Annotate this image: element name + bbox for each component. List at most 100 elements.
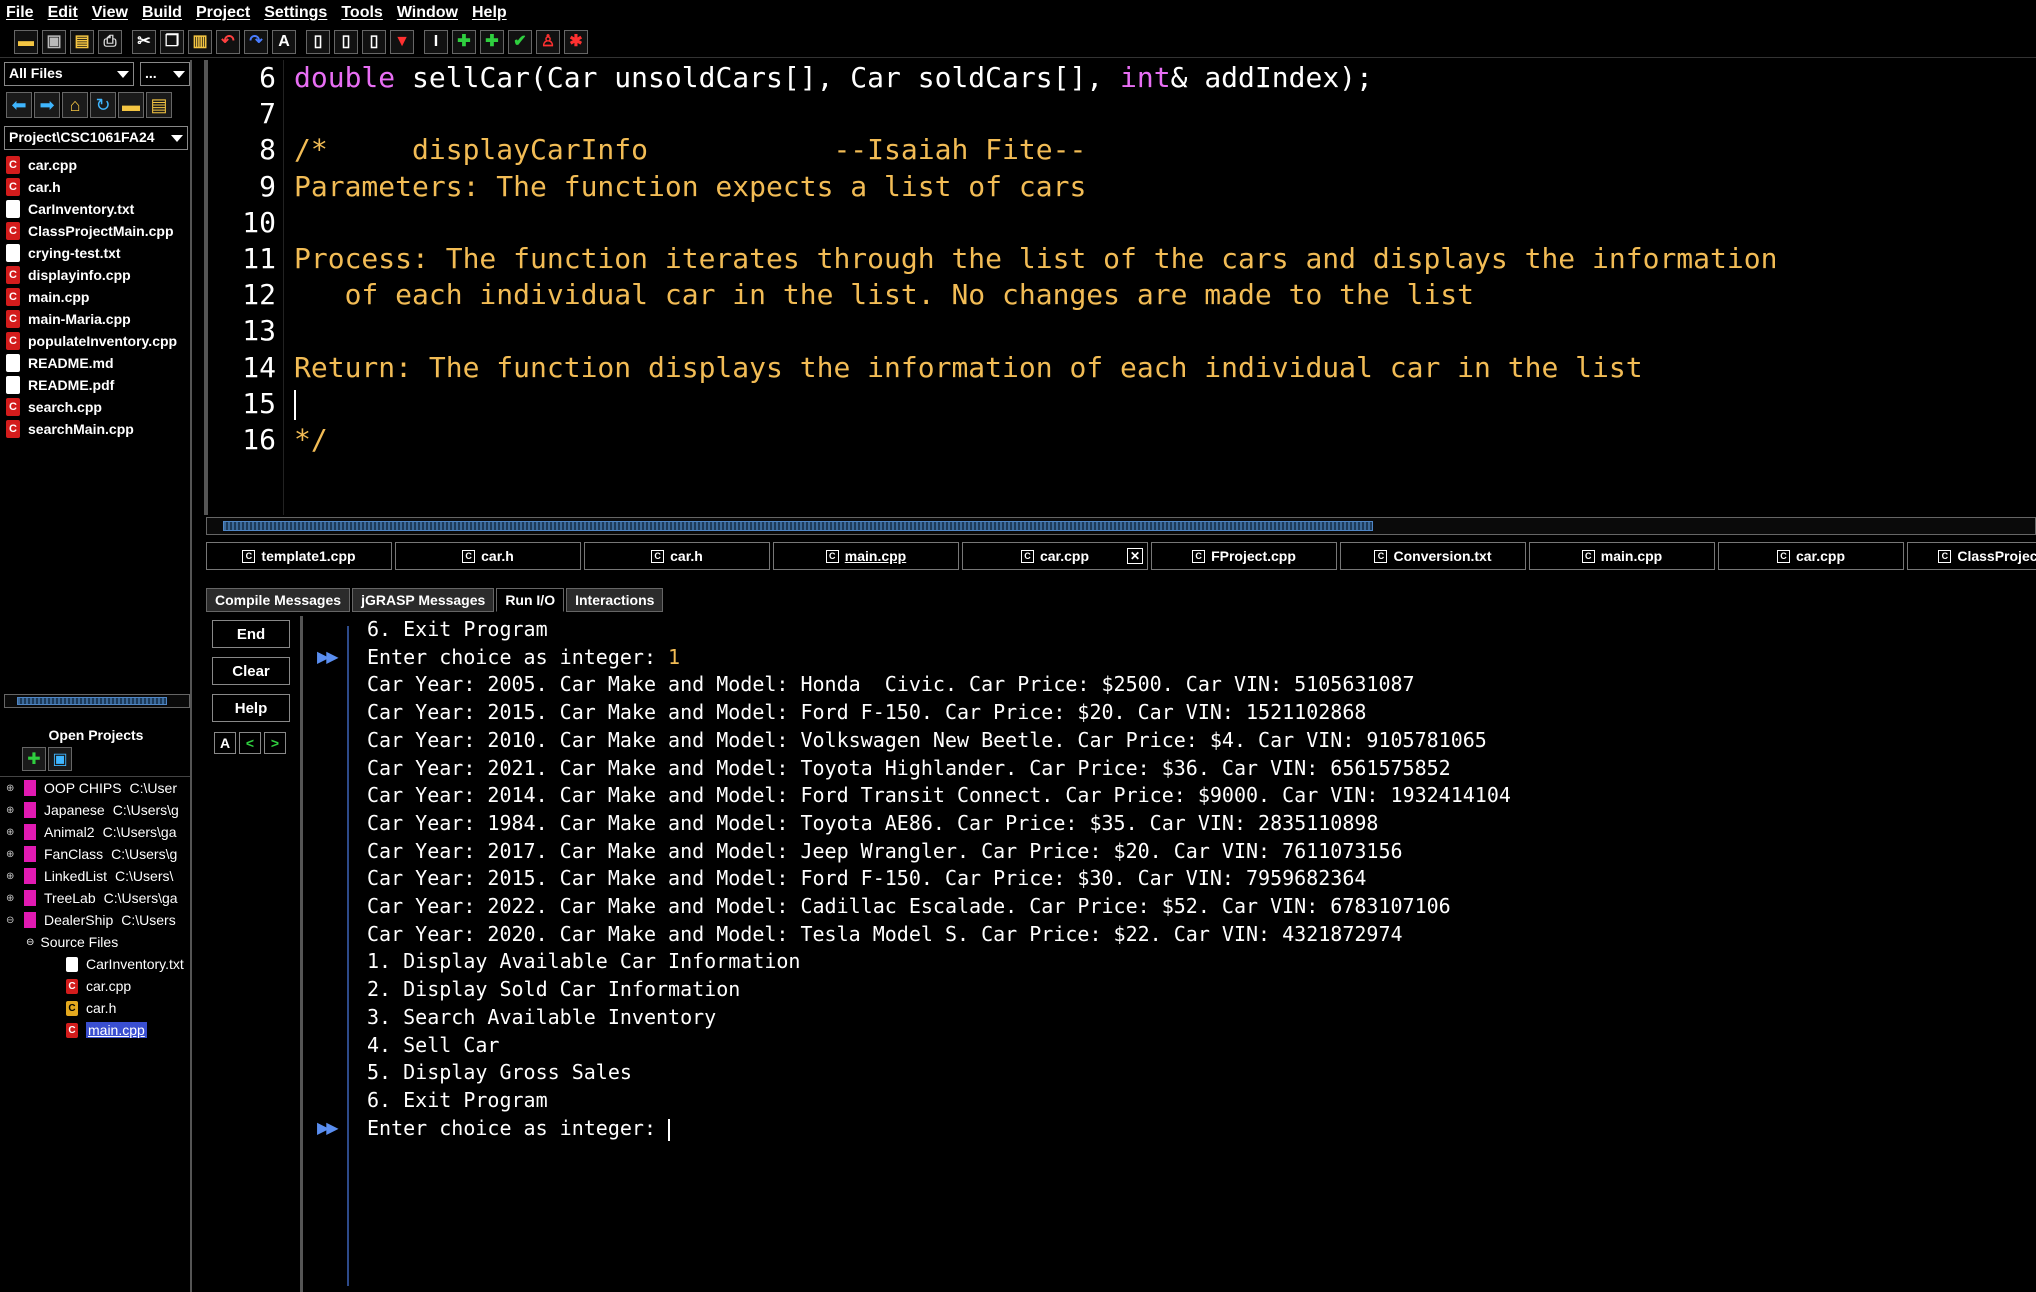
file-tab[interactable]: Ctemplate1.cpp — [206, 542, 392, 570]
file-tab[interactable]: Ccar.h — [584, 542, 770, 570]
file-tab[interactable]: Ccar.h — [395, 542, 581, 570]
project-item[interactable]: ⊖ DealerShip C:\Users — [0, 909, 190, 931]
tab-run-i-o[interactable]: Run I/O — [496, 588, 565, 612]
close-icon[interactable]: ✕ — [1127, 548, 1143, 564]
file-list-item[interactable]: Cmain.cpp — [6, 286, 190, 308]
back-arrow-icon[interactable]: ⬅ — [6, 92, 32, 118]
save-icon[interactable]: ▣ — [42, 29, 66, 54]
file-tab[interactable]: Ccar.cpp — [1718, 542, 1904, 570]
file-list-item[interactable]: C ClassProjectMain.cpp — [6, 220, 190, 242]
font-icon[interactable]: A — [214, 732, 236, 754]
home-folder-icon[interactable]: ⌂ — [62, 92, 88, 118]
tab-interactions[interactable]: Interactions — [566, 588, 664, 612]
cut-icon[interactable]: ✂ — [132, 29, 156, 54]
file-list-item[interactable]: README.md — [6, 352, 190, 374]
expand-toggle-icon[interactable]: ⊕ — [6, 849, 18, 860]
menu-file[interactable]: File — [6, 4, 34, 22]
expand-toggle-icon[interactable]: ⊖ — [6, 915, 18, 926]
menu-help[interactable]: Help — [472, 4, 507, 22]
expand-toggle-icon[interactable]: ⊕ — [6, 871, 18, 882]
project-item[interactable]: ⊕ Japanese C:\Users\g — [0, 799, 190, 821]
expand-toggle-icon[interactable]: ⊕ — [6, 805, 18, 816]
file-list-item[interactable]: Csearch.cpp — [6, 396, 190, 418]
project-item[interactable]: ⊕ OOP CHIPS C:\User — [0, 777, 190, 799]
project-item[interactable]: ⊕ TreeLab C:\Users\ga — [0, 887, 190, 909]
undo-icon[interactable]: ↶ — [216, 29, 240, 54]
file-tab[interactable]: Ccar.cpp ✕ — [962, 542, 1148, 570]
check-icon[interactable]: ✔ — [508, 29, 532, 54]
menu-edit[interactable]: Edit — [48, 4, 78, 22]
file-list-item[interactable]: CpopulateInventory.cpp — [6, 330, 190, 352]
file-list-item[interactable]: README.pdf — [6, 374, 190, 396]
clear-button[interactable]: Clear — [212, 657, 290, 685]
debug-icon[interactable]: ✱ — [564, 29, 588, 54]
file-list-item[interactable]: crying-test.txt — [6, 242, 190, 264]
new-folder-icon[interactable]: ▤ — [146, 92, 172, 118]
refresh-icon[interactable]: ↻ — [90, 92, 116, 118]
source-file-item[interactable]: Ccar.h — [0, 997, 190, 1019]
source-files-folder[interactable]: ⊖ Source Files — [0, 931, 190, 953]
file-list-item[interactable]: Cdisplayinfo.cpp — [6, 264, 190, 286]
editor-horizontal-scrollbar[interactable] — [206, 517, 2036, 535]
file-list-scrollbar[interactable] — [4, 694, 190, 708]
file-list-item[interactable]: Cmain-Maria.cpp — [6, 308, 190, 330]
text-cursor-icon[interactable]: I — [424, 29, 448, 54]
run-io-console[interactable]: 6. Exit Program ▶▶ Enter choice as integer… — [303, 616, 2036, 1292]
code-editor[interactable]: 6 double sellCar(Car unsoldCars[], Car so… — [204, 60, 2036, 515]
edit-icon[interactable]: ▯ — [362, 29, 386, 54]
new-file-icon[interactable]: ▯ — [306, 29, 330, 54]
file-tab[interactable]: C Conversion.txt — [1340, 542, 1526, 570]
menu-settings[interactable]: Settings — [264, 4, 327, 22]
browse-icon[interactable]: ▯ — [334, 29, 358, 54]
expand-toggle-icon[interactable]: ⊕ — [6, 783, 18, 794]
folder-select[interactable]: ... — [140, 62, 190, 86]
generate-icon[interactable]: ✚ — [452, 29, 476, 54]
collapse-toggle-icon[interactable]: ⊖ — [26, 937, 34, 948]
file-tab[interactable]: C ClassProjectMa — [1907, 542, 2036, 570]
project-item[interactable]: ⊕ LinkedList C:\Users\ — [0, 865, 190, 887]
add-project-icon[interactable]: ✚ — [22, 747, 46, 771]
redo-icon[interactable]: ↷ — [244, 29, 268, 54]
project-path-select[interactable]: Project\CSC1061FA24 — [4, 126, 188, 150]
help-button[interactable]: Help — [212, 694, 290, 722]
open-folder-icon[interactable]: ▬ — [14, 29, 38, 54]
file-tab[interactable]: Cmain.cpp — [773, 542, 959, 570]
compile-icon[interactable]: ✚ — [480, 29, 504, 54]
tab-compile-messages[interactable]: Compile Messages — [206, 588, 351, 612]
run-icon[interactable]: ♙ — [536, 29, 560, 54]
menu-view[interactable]: View — [92, 4, 128, 22]
file-list-item[interactable]: Ccar.h — [6, 176, 190, 198]
expand-toggle-icon[interactable]: ⊕ — [6, 893, 18, 904]
end-button[interactable]: End — [212, 620, 290, 648]
file-tab[interactable]: Cmain.cpp — [1529, 542, 1715, 570]
menu-window[interactable]: Window — [397, 4, 458, 22]
chevron-left-icon[interactable]: < — [239, 732, 261, 754]
chevron-right-icon[interactable]: > — [264, 732, 286, 754]
file-list-item[interactable]: CarInventory.txt — [6, 198, 190, 220]
scrollbar-thumb[interactable] — [223, 521, 1373, 531]
print-icon[interactable]: ⎙ — [98, 29, 122, 54]
project-item[interactable]: ⊕ FanClass C:\Users\g — [0, 843, 190, 865]
project-item[interactable]: ⊕ Animal2 C:\Users\ga — [0, 821, 190, 843]
source-file-item[interactable]: CarInventory.txt — [0, 953, 190, 975]
folder-icon[interactable]: ▬ — [118, 92, 144, 118]
pin-icon[interactable]: ▼ — [390, 29, 414, 54]
source-file-item[interactable]: Ccar.cpp — [0, 975, 190, 997]
close-project-icon[interactable]: ▣ — [48, 747, 72, 771]
paste-icon[interactable]: ▥ — [188, 29, 212, 54]
forward-arrow-icon[interactable]: ➡ — [34, 92, 60, 118]
file-list-item[interactable]: CsearchMain.cpp — [6, 418, 190, 440]
copy-icon[interactable]: ❐ — [160, 29, 184, 54]
menu-tools[interactable]: Tools — [341, 4, 382, 22]
scrollbar-thumb[interactable] — [17, 697, 167, 705]
tab-jgrasp-messages[interactable]: jGRASP Messages — [352, 588, 495, 612]
menu-build[interactable]: Build — [142, 4, 182, 22]
file-tab[interactable]: C FProject.cpp — [1151, 542, 1337, 570]
save-all-icon[interactable]: ▤ — [70, 29, 94, 54]
file-list-item[interactable]: Ccar.cpp — [6, 154, 190, 176]
menu-project[interactable]: Project — [196, 4, 250, 22]
font-icon[interactable]: A — [272, 29, 296, 54]
file-filter-select[interactable]: All Files — [4, 62, 134, 86]
source-file-item[interactable]: Cmain.cpp — [0, 1019, 190, 1041]
expand-toggle-icon[interactable]: ⊕ — [6, 827, 18, 838]
